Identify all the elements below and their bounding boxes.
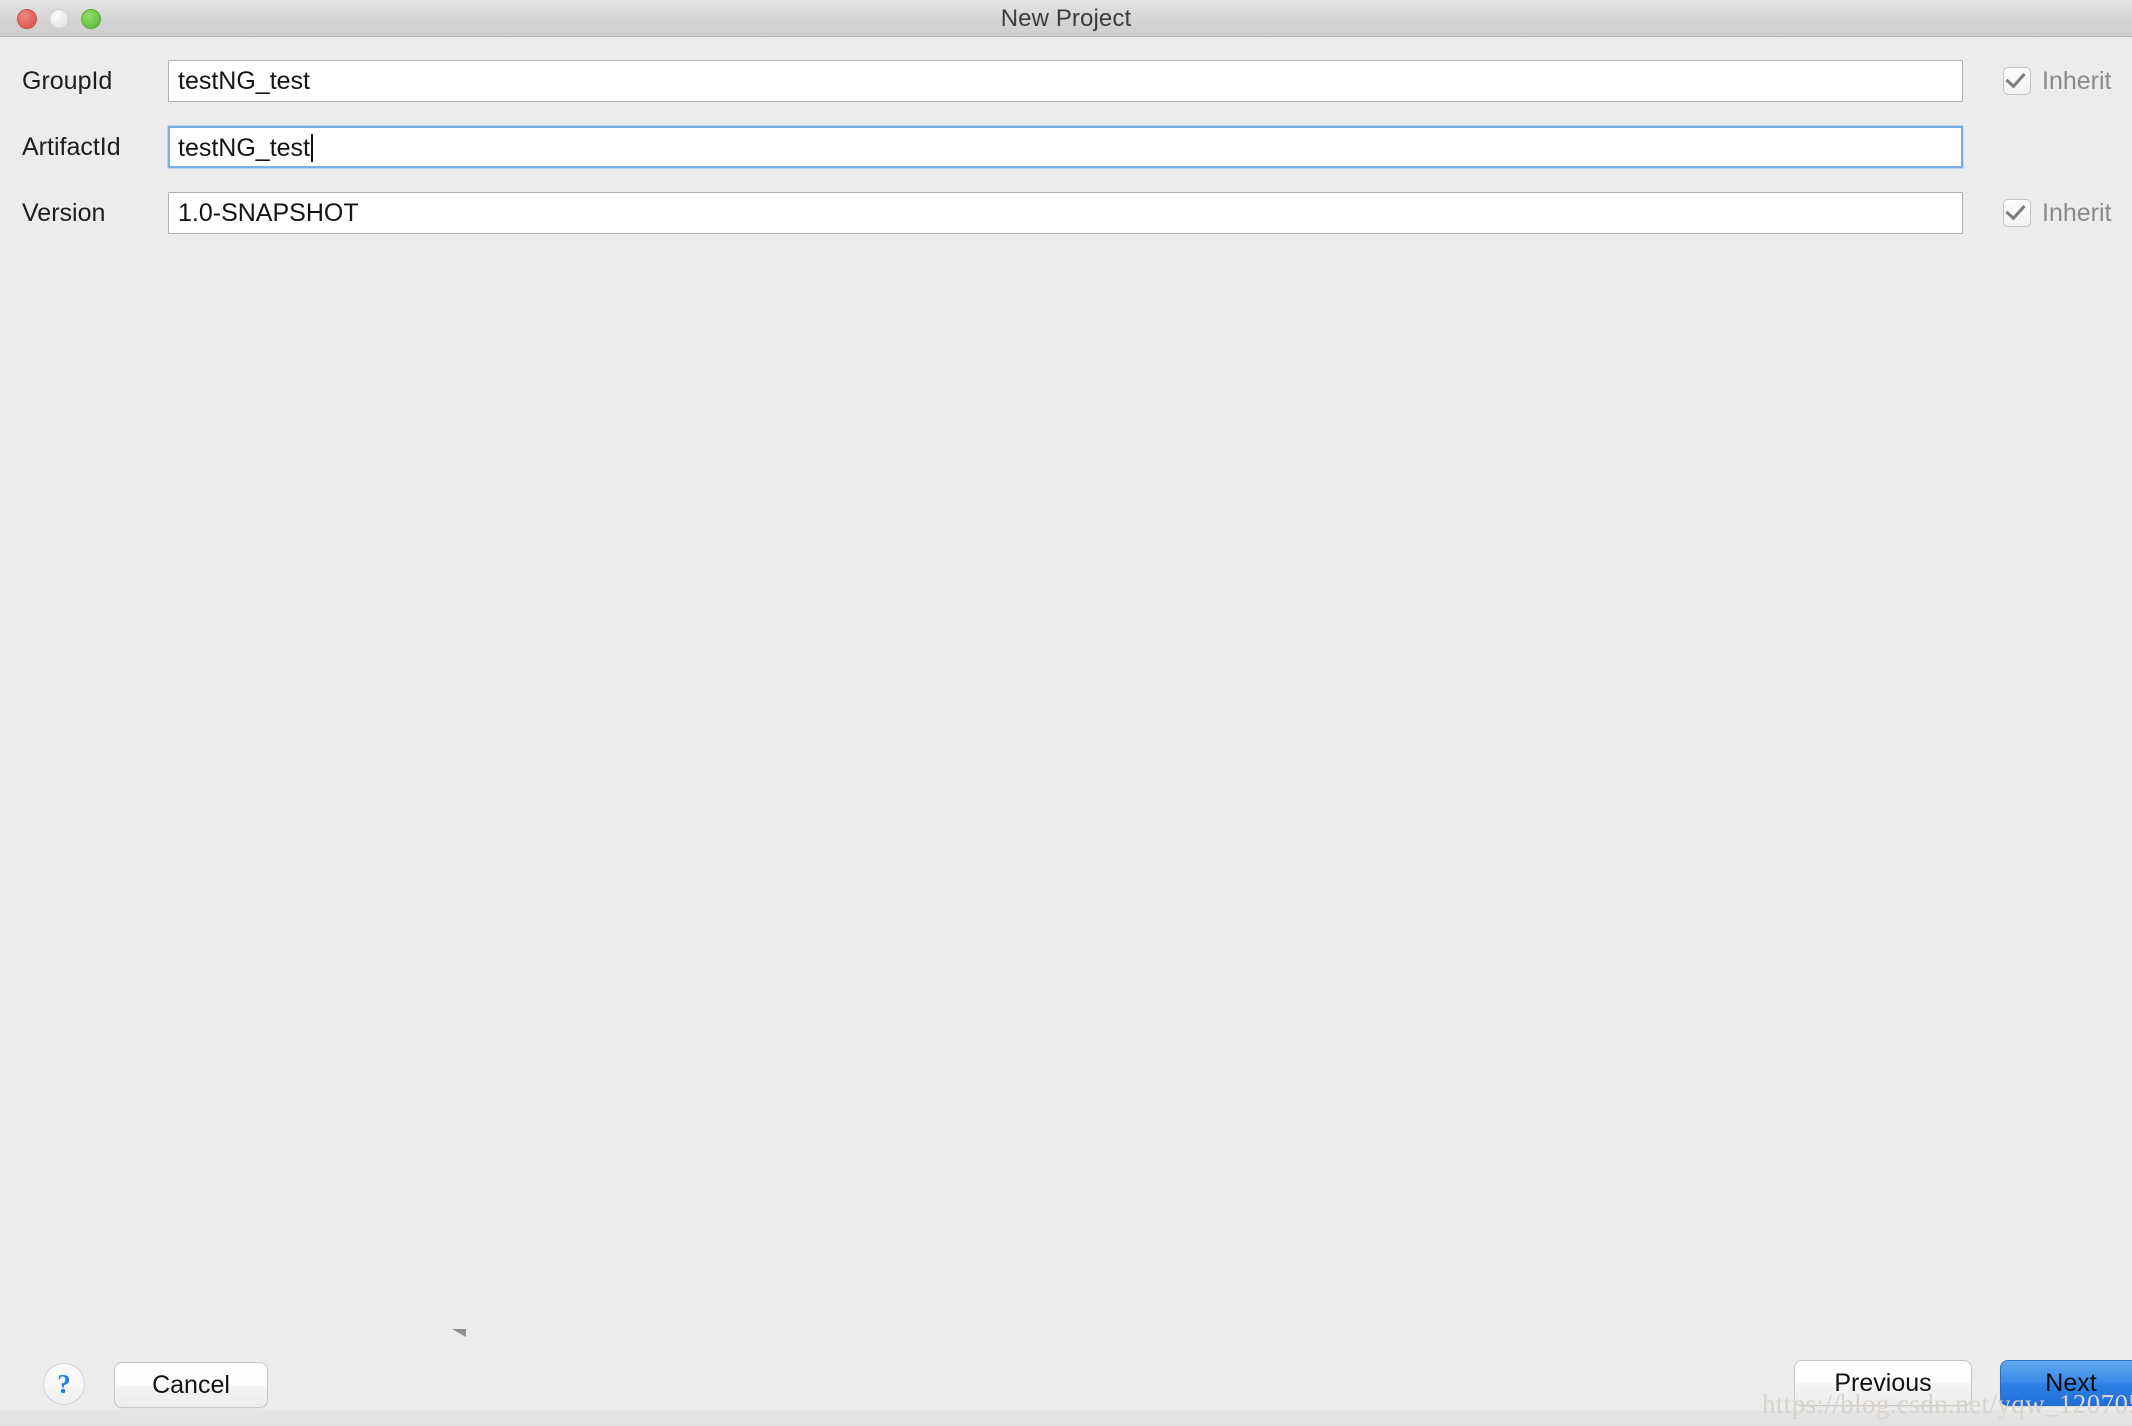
window-title: New Project bbox=[1000, 5, 1132, 32]
cancel-button[interactable]: Cancel bbox=[114, 1362, 268, 1408]
groupid-input[interactable]: testNG_test bbox=[168, 60, 1963, 102]
form-row-artifactid: ArtifactId testNG_test bbox=[0, 126, 2132, 168]
text-caret bbox=[311, 134, 313, 162]
previous-button[interactable]: Previous bbox=[1794, 1360, 1972, 1406]
help-button[interactable]: ? bbox=[43, 1363, 85, 1405]
groupid-inherit-label: Inherit bbox=[2042, 66, 2112, 95]
version-input[interactable]: 1.0-SNAPSHOT bbox=[168, 192, 1963, 234]
artifactid-input[interactable]: testNG_test bbox=[168, 126, 1963, 168]
window-titlebar: New Project bbox=[0, 0, 2132, 37]
form-row-groupid: GroupId testNG_test Inherit bbox=[0, 60, 2132, 102]
form-row-version: Version 1.0-SNAPSHOT Inherit bbox=[0, 192, 2132, 234]
checkbox-checked-icon bbox=[2003, 67, 2031, 95]
groupid-value: testNG_test bbox=[178, 67, 310, 95]
artifactid-value: testNG_test bbox=[178, 128, 313, 168]
disclosure-triangle-icon[interactable] bbox=[452, 1329, 466, 1337]
groupid-label: GroupId bbox=[22, 67, 113, 95]
version-inherit-label: Inherit bbox=[2042, 198, 2112, 227]
footer-strip bbox=[0, 1410, 2132, 1426]
version-label: Version bbox=[22, 199, 106, 227]
checkbox-checked-icon bbox=[2003, 199, 2031, 227]
version-inherit-checkbox[interactable]: Inherit bbox=[2003, 195, 2111, 231]
next-button[interactable]: Next bbox=[2000, 1360, 2132, 1406]
artifactid-label: ArtifactId bbox=[22, 133, 121, 161]
version-value: 1.0-SNAPSHOT bbox=[178, 199, 359, 227]
new-project-dialog: New Project GroupId testNG_test Inherit … bbox=[0, 0, 2132, 1426]
groupid-inherit-checkbox[interactable]: Inherit bbox=[2003, 63, 2111, 99]
